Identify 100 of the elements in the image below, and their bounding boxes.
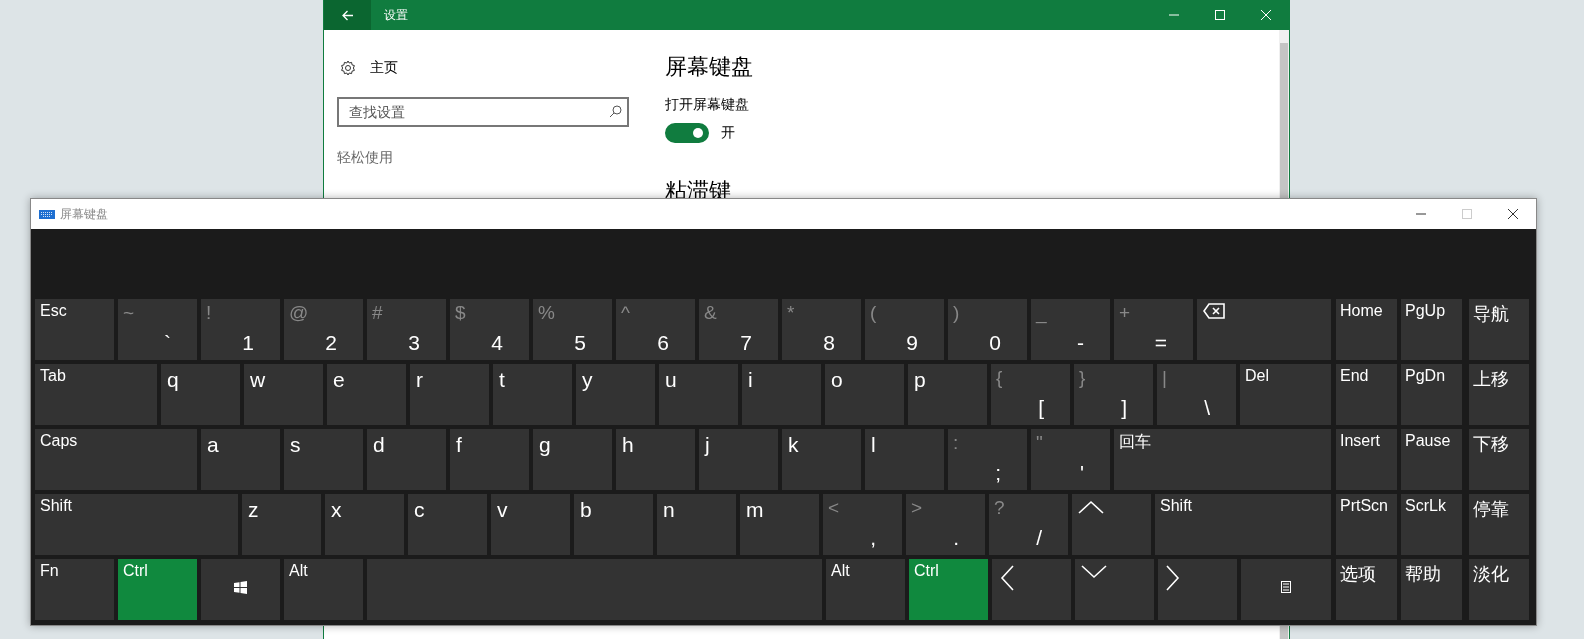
keyboard-key[interactable]: u	[659, 364, 738, 425]
keyboard-key[interactable]: # 3	[367, 299, 446, 360]
keyboard-key[interactable]: ? /	[989, 494, 1068, 555]
keyboard-key[interactable]: ~ `	[118, 299, 197, 360]
keyboard-key[interactable]: + =	[1114, 299, 1193, 360]
keyboard-key[interactable]: 停靠	[1469, 494, 1529, 555]
keyboard-key[interactable]: c	[408, 494, 487, 555]
keyboard-key[interactable]: j	[699, 429, 778, 490]
keyboard-key[interactable]: Ctrl	[909, 559, 988, 620]
key-symbol: 7	[740, 331, 752, 355]
key-symbol: \	[1204, 396, 1210, 420]
keyboard-key[interactable]: b	[574, 494, 653, 555]
keyboard-key[interactable]: { [	[991, 364, 1070, 425]
keyboard-key[interactable]: ) 0	[948, 299, 1027, 360]
key-symbol: 1	[242, 331, 254, 355]
keyboard-key[interactable]: a	[201, 429, 280, 490]
keyboard-key[interactable]: @ 2	[284, 299, 363, 360]
keyboard-key[interactable]: * 8	[782, 299, 861, 360]
keyboard-key[interactable]: o	[825, 364, 904, 425]
keyboard-key[interactable]: ^ 6	[616, 299, 695, 360]
keyboard-key[interactable]: Del	[1240, 364, 1331, 425]
key-symbol: 6	[657, 331, 669, 355]
window-title: 屏幕键盘	[60, 205, 109, 223]
keyboard-key[interactable]: k	[782, 429, 861, 490]
keyboard-key[interactable]: PgDn	[1401, 364, 1462, 425]
keyboard-key[interactable]: < ,	[823, 494, 902, 555]
keyboard-key[interactable]: } ]	[1074, 364, 1153, 425]
keyboard-key[interactable]: ! 1	[201, 299, 280, 360]
maximize-icon	[1215, 10, 1225, 20]
shift-symbol: ^	[621, 302, 630, 324]
key-symbol: .	[953, 526, 959, 550]
key-symbol: 9	[906, 331, 918, 355]
keyboard-key[interactable]: Pause	[1401, 429, 1462, 490]
keyboard-key[interactable]: r	[410, 364, 489, 425]
shift-symbol: !	[206, 302, 212, 324]
key-symbol: 3	[408, 331, 420, 355]
shift-symbol: $	[455, 302, 466, 324]
keyboard-key[interactable]: Fn	[35, 559, 114, 620]
search-field[interactable]: 查找设置	[337, 97, 629, 127]
toggle-switch[interactable]	[665, 123, 709, 143]
key-symbol: 0	[989, 331, 1001, 355]
keyboard-key[interactable]: f	[450, 429, 529, 490]
shift-symbol: :	[953, 432, 959, 454]
keyboard-key[interactable]: ScrLk	[1401, 494, 1462, 555]
keyboard-key[interactable]: 下移	[1469, 429, 1529, 490]
keyboard-key[interactable]: 选项	[1336, 559, 1397, 620]
keyboard-key[interactable]: 回车	[1114, 429, 1331, 490]
keyboard-key[interactable]: & 7	[699, 299, 778, 360]
keyboard-key[interactable]: Esc	[35, 299, 114, 360]
keyboard-key[interactable]: v	[491, 494, 570, 555]
keyboard-key[interactable]: 淡化	[1469, 559, 1529, 620]
keyboard-key[interactable]: 帮助	[1401, 559, 1462, 620]
keyboard-key[interactable]: _ -	[1031, 299, 1110, 360]
key-symbol: `	[164, 331, 171, 355]
keyboard-key[interactable]: z	[242, 494, 321, 555]
keyboard-key[interactable]: Insert	[1336, 429, 1397, 490]
keyboard-key[interactable]: Caps	[35, 429, 197, 490]
keyboard-key[interactable]	[201, 559, 280, 620]
keyboard-key[interactable]: w	[244, 364, 323, 425]
keyboard-key[interactable]: i	[742, 364, 821, 425]
keyboard-key[interactable]: Shift	[35, 494, 238, 555]
keyboard-key[interactable]: % 5	[533, 299, 612, 360]
keyboard-key[interactable]: n	[657, 494, 736, 555]
keyboard-key[interactable]: $ 4	[450, 299, 529, 360]
keyboard-key[interactable]: p	[908, 364, 987, 425]
keyboard-key[interactable]: PgUp	[1401, 299, 1462, 360]
keyboard-key[interactable]: m	[740, 494, 819, 555]
keyboard-key[interactable]: d	[367, 429, 446, 490]
keyboard-key[interactable]: PrtScn	[1336, 494, 1397, 555]
keyboard-key[interactable]: t	[493, 364, 572, 425]
keyboard-key[interactable]: y	[576, 364, 655, 425]
keyboard-key[interactable]: > .	[906, 494, 985, 555]
backspace-icon	[1203, 303, 1225, 319]
keyboard-key[interactable]: q	[161, 364, 240, 425]
back-button[interactable]	[324, 0, 371, 30]
keyboard-key[interactable]: Alt	[826, 559, 905, 620]
keyboard-key[interactable]: g	[533, 429, 612, 490]
home-link[interactable]: 主页	[370, 59, 398, 77]
keyboard-key[interactable]: ( 9	[865, 299, 944, 360]
keyboard-key[interactable]: x	[325, 494, 404, 555]
keyboard-key[interactable]: Home	[1336, 299, 1397, 360]
keyboard-key[interactable]: " '	[1031, 429, 1110, 490]
keyboard-key[interactable]: End	[1336, 364, 1397, 425]
keyboard-key[interactable]: 上移	[1469, 364, 1529, 425]
toggle-state: 开	[721, 124, 735, 142]
keyboard-key[interactable]: h	[616, 429, 695, 490]
key-symbol: -	[1077, 331, 1084, 355]
keyboard-key[interactable]: l	[865, 429, 944, 490]
shift-symbol: _	[1036, 302, 1047, 324]
keyboard-key[interactable]: Tab	[35, 364, 157, 425]
keyboard-key[interactable]: | \	[1157, 364, 1236, 425]
keyboard-key[interactable]: Alt	[284, 559, 363, 620]
key-symbol: 8	[823, 331, 835, 355]
keyboard-key[interactable]: e	[327, 364, 406, 425]
keyboard-key[interactable]: : ;	[948, 429, 1027, 490]
keyboard-key[interactable]: s	[284, 429, 363, 490]
keyboard-key[interactable]: Ctrl	[118, 559, 197, 620]
keyboard-key[interactable]: Shift	[1155, 494, 1331, 555]
keyboard-key[interactable]: 导航	[1469, 299, 1529, 360]
space-key[interactable]	[367, 559, 822, 620]
